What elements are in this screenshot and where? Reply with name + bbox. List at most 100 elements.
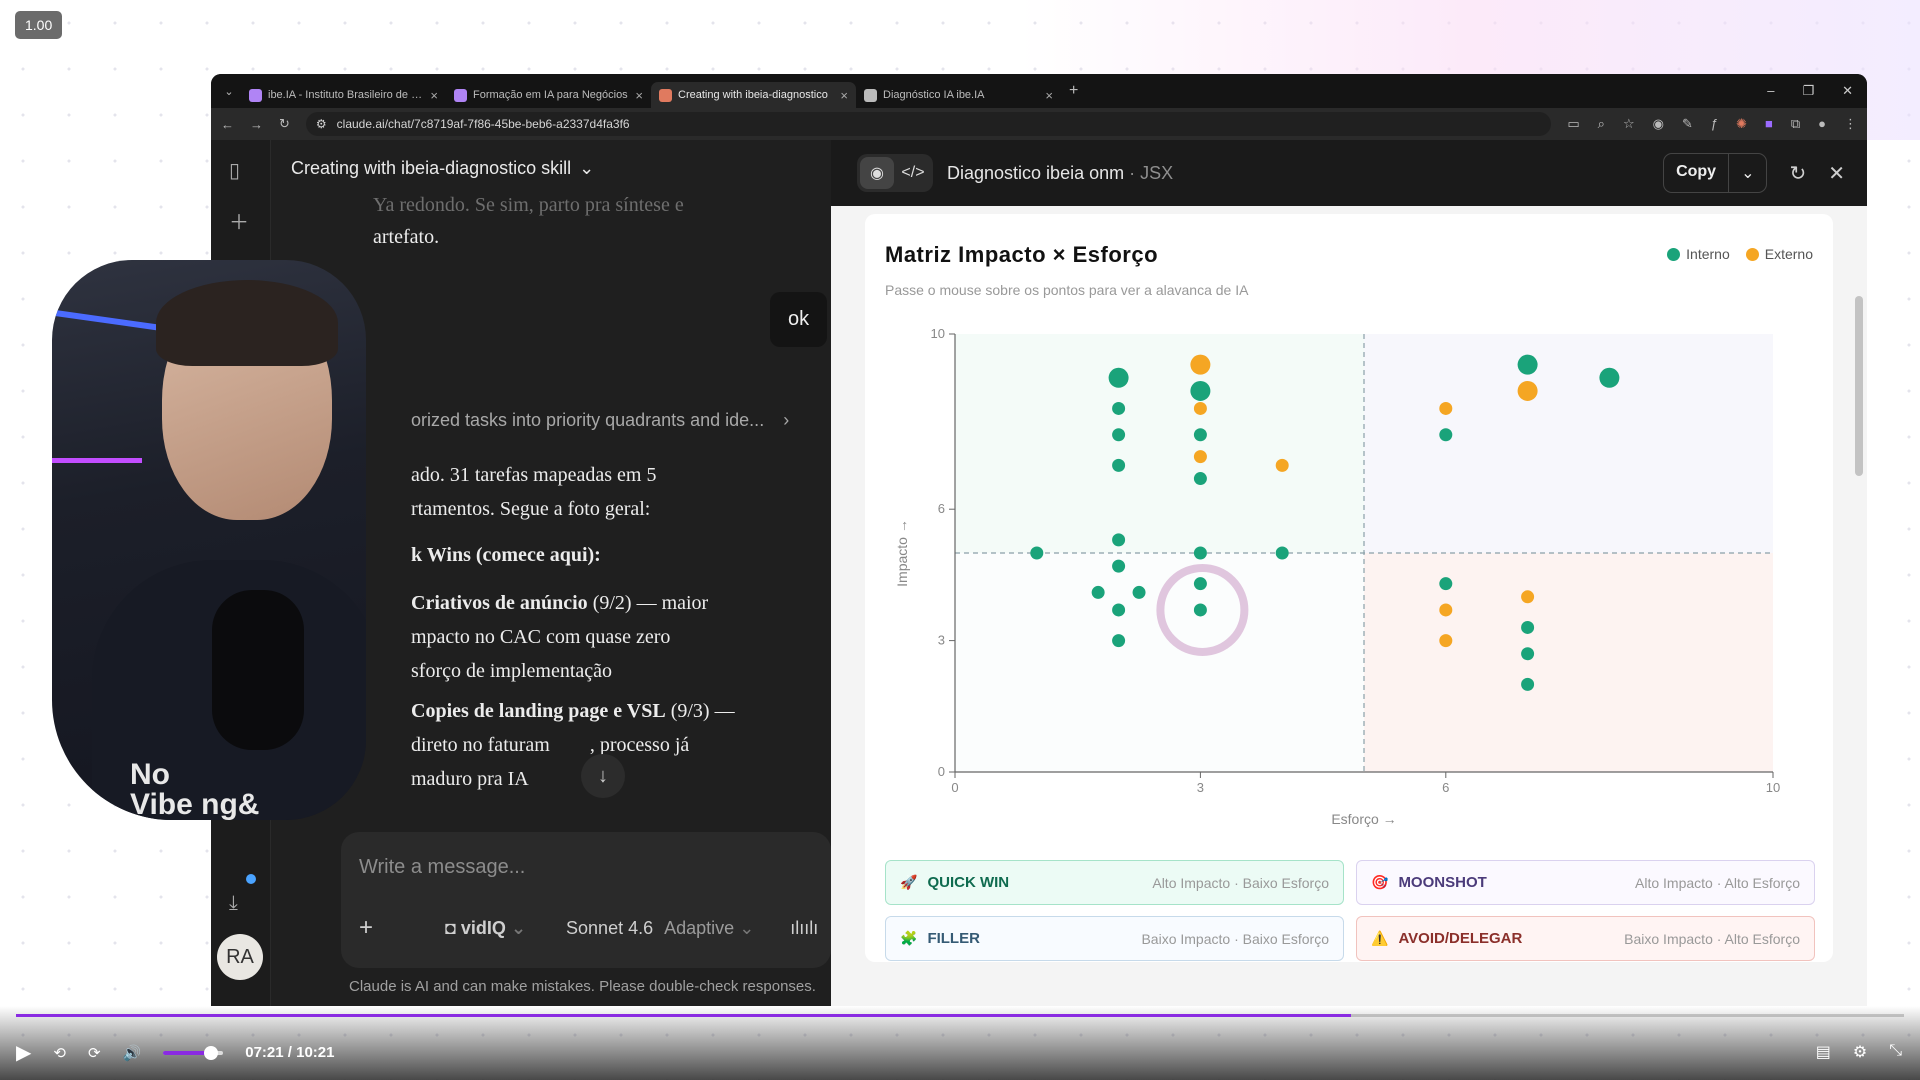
list-item-line: direto no faturam bbox=[411, 734, 550, 756]
extension-purple-icon[interactable]: ■ bbox=[1765, 116, 1773, 132]
profile-icon[interactable]: ● bbox=[1818, 116, 1826, 132]
quadrant-name: FILLER bbox=[927, 930, 980, 947]
favicon-ibeia-icon bbox=[454, 88, 467, 102]
forward-icon[interactable]: → bbox=[250, 117, 263, 132]
vidiq-tool-button[interactable]: ◘ vidIQ ⌄ bbox=[445, 918, 526, 939]
matrix-card: Matriz Impacto × Esforço Passe o mouse s… bbox=[865, 214, 1833, 962]
user-avatar[interactable]: RA bbox=[217, 934, 263, 980]
quadrant-card-filler: 🧩 FILLER Baixo Impacto · Baixo Esforço bbox=[885, 916, 1344, 961]
playback-speed-badge[interactable]: 1.00 bbox=[15, 11, 63, 39]
captions-icon[interactable]: ▤ bbox=[1816, 1042, 1831, 1062]
quadrant-icon: 🎯 bbox=[1371, 874, 1389, 890]
data-point-interno bbox=[1132, 585, 1146, 599]
browser-menu-icon[interactable]: ⋮ bbox=[1844, 116, 1857, 132]
sidebar-toggle-icon[interactable]: ▯ bbox=[229, 158, 240, 183]
close-artifact-icon[interactable]: ✕ bbox=[1828, 161, 1845, 186]
restore-icon[interactable]: ❐ bbox=[1802, 83, 1814, 99]
rewind-10-icon[interactable]: ⟲ bbox=[53, 1044, 66, 1062]
close-tab-icon[interactable]: × bbox=[430, 88, 438, 103]
legend-externo-swatch bbox=[1745, 247, 1759, 261]
tab-diagnostico-ia[interactable]: Diagnóstico IA ibe.IA × bbox=[856, 82, 1061, 108]
tool-summary-row[interactable]: orized tasks into priority quadrants and… bbox=[411, 410, 789, 431]
tab-search-icon[interactable]: ⌄ bbox=[217, 85, 241, 98]
data-point-interno bbox=[1193, 428, 1207, 442]
minimize-icon[interactable]: – bbox=[1767, 83, 1774, 99]
volume-knob[interactable] bbox=[204, 1045, 219, 1060]
download-badge bbox=[246, 874, 256, 884]
voice-icon[interactable]: ılıılı bbox=[790, 918, 818, 939]
cast-icon[interactable]: ▭ bbox=[1567, 116, 1579, 132]
message-composer: + ◘ vidIQ ⌄ Sonnet 4.6 Adaptive ⌄ ılıılı bbox=[341, 832, 831, 968]
extension-fx-icon[interactable]: ƒ bbox=[1711, 116, 1718, 132]
chat-title: Creating with ibeia-diagnostico skill bbox=[291, 158, 572, 178]
artifact-title: Diagnostico ibeia onm · JSX bbox=[947, 163, 1173, 184]
data-point-interno bbox=[1112, 634, 1126, 648]
disclaimer: Claude is AI and can make mistakes. Plea… bbox=[349, 978, 816, 995]
list-item-title: Copies de landing page e VSL bbox=[411, 700, 666, 722]
play-icon[interactable]: ▶ bbox=[16, 1040, 31, 1065]
volume-icon[interactable]: 🔊 bbox=[123, 1044, 142, 1062]
tab-formacao-ia[interactable]: Formação em IA para Negócios × bbox=[446, 82, 651, 108]
extension-claude-icon[interactable]: ✺ bbox=[1736, 116, 1747, 132]
zoom-icon[interactable]: ⌕ bbox=[1598, 116, 1605, 132]
composer-toolbar: + ◘ vidIQ ⌄ Sonnet 4.6 Adaptive ⌄ ılıılı bbox=[359, 914, 818, 942]
impact-effort-chart: 0 3 6 10 0 3 6 10 Esforço → Impacto → bbox=[894, 326, 1780, 827]
message-input[interactable] bbox=[359, 852, 799, 882]
extensions-puzzle-icon[interactable]: ⧉ bbox=[1791, 116, 1800, 132]
copy-label[interactable]: Copy bbox=[1664, 154, 1728, 192]
volume-slider[interactable] bbox=[163, 1045, 224, 1060]
reload-icon[interactable]: ↻ bbox=[279, 116, 290, 132]
new-chat-icon[interactable]: ＋ bbox=[229, 206, 249, 235]
data-point-interno bbox=[1112, 533, 1126, 547]
url-field[interactable]: ⚙ claude.ai/chat/7c8719af-7f86-45be-beb6… bbox=[305, 112, 1552, 136]
data-point-interno bbox=[1517, 354, 1538, 375]
close-tab-icon[interactable]: × bbox=[1045, 88, 1053, 103]
data-point-interno bbox=[1439, 577, 1453, 591]
chevron-down-icon: ⌄ bbox=[510, 917, 527, 938]
chevron-down-icon[interactable]: ⌄ bbox=[1728, 154, 1766, 192]
data-point-interno bbox=[1112, 559, 1126, 573]
quadrant-bg-avoid bbox=[1364, 553, 1773, 772]
settings-gear-icon[interactable]: ⚙ bbox=[1853, 1042, 1867, 1062]
quadrant-card-moonshot: 🎯 MOONSHOT Alto Impacto · Alto Esforço bbox=[1356, 860, 1815, 905]
close-tab-icon[interactable]: × bbox=[635, 88, 643, 103]
preview-eye-icon[interactable]: ◉ bbox=[860, 157, 894, 189]
model-selector[interactable]: Sonnet 4.6 Adaptive ⌄ bbox=[566, 918, 754, 939]
new-tab-icon[interactable]: + bbox=[1069, 82, 1078, 100]
close-tab-icon[interactable]: × bbox=[840, 88, 848, 103]
legend-interno-label: Interno bbox=[1686, 246, 1730, 262]
webcam-microphone bbox=[212, 590, 304, 750]
exit-fullscreen-icon[interactable]: ⤡ bbox=[1889, 1042, 1902, 1062]
data-point-interno bbox=[1108, 367, 1129, 388]
quadrant-bg-moonshot bbox=[1364, 334, 1773, 553]
site-settings-icon[interactable]: ⚙ bbox=[316, 117, 327, 131]
quadrant-name: QUICK WIN bbox=[927, 874, 1010, 891]
data-point-interno bbox=[1275, 546, 1289, 560]
extension-1-icon[interactable]: ◉ bbox=[1653, 116, 1664, 132]
legend-interno-swatch bbox=[1667, 247, 1681, 261]
data-point-interno bbox=[1599, 367, 1620, 388]
tab-creating-with-ibeia[interactable]: Creating with ibeia-diagnostico × bbox=[651, 82, 856, 108]
artifact-scrollbar[interactable] bbox=[1855, 296, 1863, 476]
download-icon[interactable]: ⤓ bbox=[229, 892, 238, 915]
quadrant-description: Baixo Impacto · Baixo Esforço bbox=[1141, 930, 1329, 947]
tab-ibeia-instituto[interactable]: ibe.IA - Instituto Brasileiro de E... × bbox=[241, 82, 446, 108]
vidiq-icon: ◘ bbox=[445, 917, 456, 938]
favicon-globe-icon bbox=[864, 88, 877, 102]
close-window-icon[interactable]: ✕ bbox=[1842, 83, 1853, 99]
bookmark-star-icon[interactable]: ☆ bbox=[1623, 116, 1635, 132]
faded-message-line: Ya redondo. Se sim, parto pra síntese e bbox=[373, 194, 684, 216]
refresh-icon[interactable]: ↻ bbox=[1789, 161, 1806, 186]
chat-title-button[interactable]: Creating with ibeia-diagnostico skill ⌄ bbox=[291, 158, 594, 179]
list-item-title: Criativos de anúncio bbox=[411, 592, 588, 614]
forward-10-icon[interactable]: ⟳ bbox=[88, 1044, 101, 1062]
quadrant-name: MOONSHOT bbox=[1398, 874, 1487, 891]
add-attachment-icon[interactable]: + bbox=[359, 914, 373, 942]
back-icon[interactable]: ← bbox=[221, 117, 234, 132]
copy-button[interactable]: Copy ⌄ bbox=[1663, 153, 1768, 193]
player-controls: ▶ ⟲ ⟳ 🔊 07:21 / 10:21 bbox=[16, 1040, 334, 1065]
scroll-down-button[interactable]: ↓ bbox=[581, 754, 625, 798]
code-icon[interactable]: </> bbox=[896, 157, 930, 189]
tab-title: Diagnóstico IA ibe.IA bbox=[883, 89, 985, 101]
extension-pen-icon[interactable]: ✎ bbox=[1682, 116, 1693, 132]
